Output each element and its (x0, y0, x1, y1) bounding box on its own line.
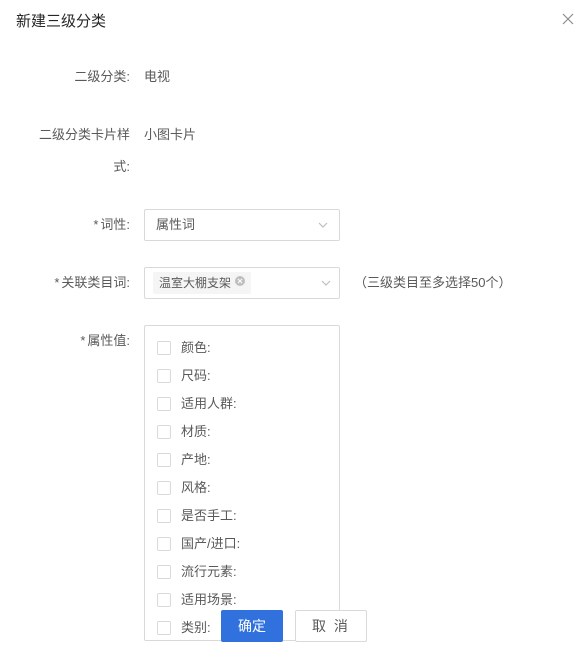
related-tag-label: 温室大棚支架 (159, 267, 231, 299)
list-item[interactable]: 国产/进口: (145, 530, 339, 558)
close-button[interactable] (562, 12, 574, 28)
attrvalue-label: *属性值: (24, 325, 144, 357)
list-item[interactable]: 材质: (145, 418, 339, 446)
cardstyle-label: 二级分类卡片样式: (24, 119, 144, 183)
level2-value: 电视 (144, 61, 170, 93)
pos-label: *词性: (24, 209, 144, 241)
chevron-down-icon (318, 222, 328, 228)
list-item[interactable]: 风格: (145, 474, 339, 502)
list-item[interactable]: 流行元素: (145, 558, 339, 586)
cardstyle-value: 小图卡片 (144, 119, 196, 151)
checkbox[interactable] (157, 453, 171, 467)
cancel-button[interactable]: 取 消 (295, 610, 367, 642)
list-item[interactable]: 是否手工: (145, 502, 339, 530)
list-item[interactable]: 适用人群: (145, 390, 339, 418)
modal-title: 新建三级分类 (0, 0, 588, 41)
tag-close-icon[interactable] (235, 267, 245, 299)
level2-label: 二级分类: (24, 61, 144, 93)
checkbox[interactable] (157, 397, 171, 411)
related-select[interactable]: 温室大棚支架 (144, 267, 340, 299)
checkbox[interactable] (157, 537, 171, 551)
related-label: *关联类目词: (24, 267, 144, 299)
close-icon (562, 13, 574, 25)
pos-select-value: 属性词 (156, 209, 318, 241)
checkbox[interactable] (157, 369, 171, 383)
chevron-down-icon (321, 280, 331, 286)
related-hint: （三级类目至多选择50个） (354, 267, 511, 299)
checkbox[interactable] (157, 565, 171, 579)
checkbox[interactable] (157, 481, 171, 495)
checkbox[interactable] (157, 425, 171, 439)
related-tag[interactable]: 温室大棚支架 (153, 272, 251, 294)
checkbox[interactable] (157, 341, 171, 355)
ok-button[interactable]: 确定 (221, 610, 283, 642)
list-item[interactable]: 颜色: (145, 334, 339, 362)
pos-select[interactable]: 属性词 (144, 209, 340, 241)
list-item[interactable]: 产地: (145, 446, 339, 474)
checkbox[interactable] (157, 509, 171, 523)
list-item[interactable]: 尺码: (145, 362, 339, 390)
